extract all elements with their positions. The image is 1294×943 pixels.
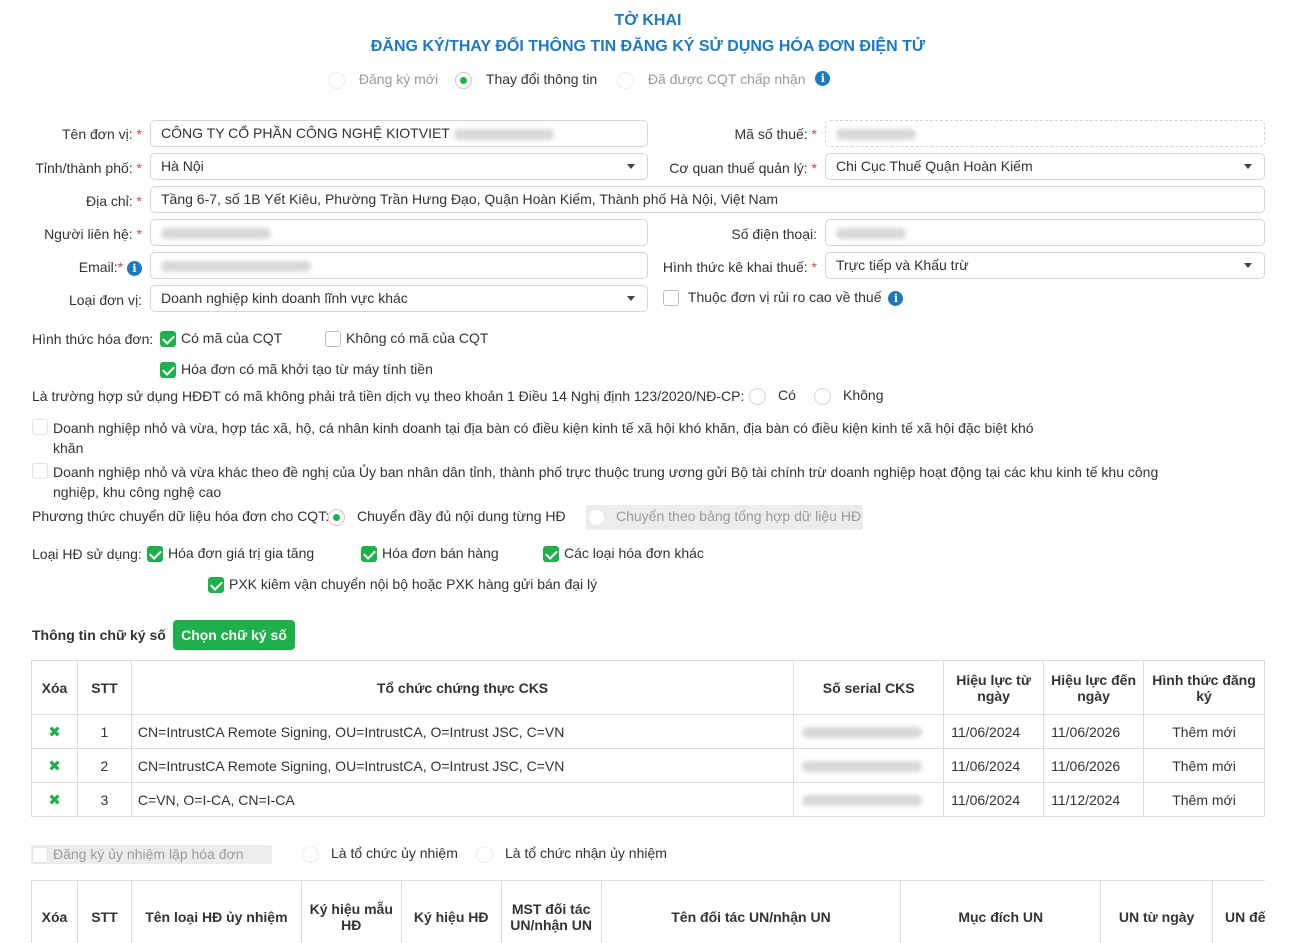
khong-co-ma-cqt-checkbox[interactable]: Không có mã của CQT xyxy=(325,330,488,348)
col-stt: STT xyxy=(76,660,132,715)
transfer-full-radio[interactable]: Chuyển đầy đủ nội dung từng HĐ xyxy=(328,508,566,526)
ma-so-thue-label: Mã số thuế: * xyxy=(734,126,818,142)
nguoi-lien-he-label: Người liên hệ: * xyxy=(44,226,142,242)
col-type: Hình thức đăng ký xyxy=(1143,660,1265,715)
transfer-summary-radio[interactable]: Chuyển theo bảng tổng hợp dữ liệu HĐ xyxy=(588,508,861,526)
ban-hang-checkbox[interactable]: Hóa đơn bán hàng xyxy=(361,545,499,563)
chevron-down-icon xyxy=(1244,263,1252,268)
co-quan-thue-select[interactable]: Chi Cục Thuế Quận Hoàn Kiếm xyxy=(825,153,1265,180)
chevron-down-icon xyxy=(627,164,635,169)
col-ten-doi-tac: Tên đối tác UN/nhận UN xyxy=(600,880,902,943)
register-delegation-checkbox[interactable]: Đăng ký ủy nhiệm lập hóa đơn xyxy=(32,846,244,864)
invoice-types-label: Loại HĐ sử dụng: xyxy=(32,546,142,562)
option2-label: Doanh nghiệp nhỏ và vừa khác theo đề ngh… xyxy=(53,464,1159,500)
free-service-question: Là trường hợp sử dụng HĐĐT có mã không p… xyxy=(32,388,745,404)
hoa-don-khac-checkbox[interactable]: Các loại hóa đơn khác xyxy=(543,545,704,563)
gtgt-checkbox[interactable]: Hóa đơn giá trị gia tăng xyxy=(147,545,314,563)
delegation-table: Xóa STT Tên loại HĐ ủy nhiệm Ký hiệu mẫu… xyxy=(31,880,1265,943)
table-row: ✖ 1 CN=IntrustCA Remote Signing, OU=Intr… xyxy=(31,714,1265,749)
so-dien-thoai-label: Số điện thoại: xyxy=(731,226,817,242)
rui-ro-cao-checkbox[interactable]: Thuộc đơn vị rủi ro cao về thuế i xyxy=(663,289,904,307)
col-xoa: Xóa xyxy=(31,660,78,715)
transfer-label: Phương thức chuyển dữ liệu hóa đơn cho C… xyxy=(32,508,330,524)
receiving-org-radio[interactable]: Là tổ chức nhận ủy nhiệm xyxy=(476,845,667,863)
ten-don-vi-input[interactable]: CÔNG TY CỔ PHẦN CÔNG NGHỆ KIOTVIET xyxy=(150,120,648,147)
option1-checkbox[interactable] xyxy=(32,418,48,436)
hinh-thuc-hoa-don-label: Hình thức hóa đơn: xyxy=(32,331,154,347)
mode-new-radio[interactable]: Đăng ký mới xyxy=(328,71,438,89)
delegating-org-radio[interactable]: Là tổ chức ủy nhiệm xyxy=(302,845,458,863)
delete-icon[interactable]: ✖ xyxy=(48,724,61,741)
chevron-down-icon xyxy=(627,296,635,301)
info-icon[interactable]: i xyxy=(127,260,142,276)
mode-accepted-radio[interactable]: Đã được CQT chấp nhận i xyxy=(617,70,831,89)
info-icon[interactable]: i xyxy=(888,290,904,306)
col-muc-dich: Mục đích UN xyxy=(900,880,1102,943)
col-to: Hiệu lực đến ngày xyxy=(1043,660,1145,715)
loai-don-vi-select[interactable]: Doanh nghiệp kinh doanh lĩnh vực khác xyxy=(150,285,648,312)
hinh-thuc-ke-khai-label: Hình thức kê khai thuế: * xyxy=(662,259,817,275)
form-subtitle: ĐĂNG KÝ/THAY ĐỔI THÔNG TIN ĐĂNG KÝ SỬ DỤ… xyxy=(370,38,926,55)
col-org: Tổ chức chứng thực CKS xyxy=(130,660,795,715)
loai-don-vi-label: Loại đơn vị: xyxy=(68,292,142,308)
col-mst-doi-tac: MST đối tác UN/nhận UN xyxy=(500,880,602,943)
tinh-label: Tỉnh/thành phố: * xyxy=(35,160,142,176)
col-from: Hiệu lực từ ngày xyxy=(943,660,1045,715)
may-tinh-tien-checkbox[interactable]: Hóa đơn có mã khởi tạo từ máy tính tiền xyxy=(160,361,433,379)
co-ma-cqt-checkbox[interactable]: Có mã của CQT xyxy=(160,330,282,348)
free-service-no-radio[interactable]: Không xyxy=(814,387,883,405)
ma-so-thue-input[interactable] xyxy=(825,120,1265,147)
option2-checkbox[interactable] xyxy=(32,462,48,480)
co-quan-thue-label: Cơ quan thuế quản lý: * xyxy=(669,160,817,176)
dia-chi-label: Địa chỉ: * xyxy=(85,193,142,209)
col-xoa: Xóa xyxy=(31,880,78,943)
col-ky-hieu-hd: Ký hiệu HĐ xyxy=(400,880,502,943)
info-icon[interactable]: i xyxy=(815,70,831,86)
email-input[interactable] xyxy=(150,252,648,279)
table-row: ✖ 3 C=VN, O=I-CA, CN=I-CA 11/06/2024 11/… xyxy=(31,782,1265,817)
ten-don-vi-label: Tên đơn vị: * xyxy=(62,126,142,142)
pxk-checkbox[interactable]: PXK kiêm vận chuyển nội bộ hoặc PXK hàng… xyxy=(208,576,597,594)
option1-label: Doanh nghiệp nhỏ và vừa, hợp tác xã, hộ,… xyxy=(53,420,1034,456)
free-service-yes-radio[interactable]: Có xyxy=(749,387,796,405)
signature-table: Xóa STT Tổ chức chứng thực CKS Số serial… xyxy=(31,660,1265,817)
col-serial: Số serial CKS xyxy=(793,660,945,715)
col-ten-loai-hd: Tên loại HĐ ủy nhiệm xyxy=(130,880,302,943)
dia-chi-input[interactable]: Tầng 6-7, số 1B Yết Kiêu, Phường Trần Hư… xyxy=(150,186,1265,213)
hinh-thuc-ke-khai-select[interactable]: Trực tiếp và Khấu trừ xyxy=(825,252,1265,279)
chevron-down-icon xyxy=(1244,164,1252,169)
signature-title: Thông tin chữ ký số xyxy=(32,627,166,643)
col-un-tu-ngay: UN từ ngày xyxy=(1100,880,1214,943)
mode-change-radio[interactable]: Thay đổi thông tin xyxy=(455,71,597,89)
delegation-table-wrapper: Xóa STT Tên loại HĐ ủy nhiệm Ký hiệu mẫu… xyxy=(31,880,1265,943)
form-title: TỜ KHAI xyxy=(614,12,682,29)
nguoi-lien-he-input[interactable] xyxy=(150,219,648,246)
col-ky-hieu-mau: Ký hiệu mẫu HĐ xyxy=(300,880,402,943)
col-un-den-ngay: UN đến ngày xyxy=(1212,880,1265,943)
email-label: Email:* i xyxy=(20,259,142,276)
delete-icon[interactable]: ✖ xyxy=(48,792,61,809)
delete-icon[interactable]: ✖ xyxy=(48,758,61,775)
tinh-select[interactable]: Hà Nội xyxy=(150,153,648,180)
table-row: ✖ 2 CN=IntrustCA Remote Signing, OU=Intr… xyxy=(31,748,1265,783)
col-stt: STT xyxy=(76,880,132,943)
choose-signature-button[interactable]: Chọn chữ ký số xyxy=(173,620,295,650)
so-dien-thoai-input[interactable] xyxy=(825,219,1265,246)
